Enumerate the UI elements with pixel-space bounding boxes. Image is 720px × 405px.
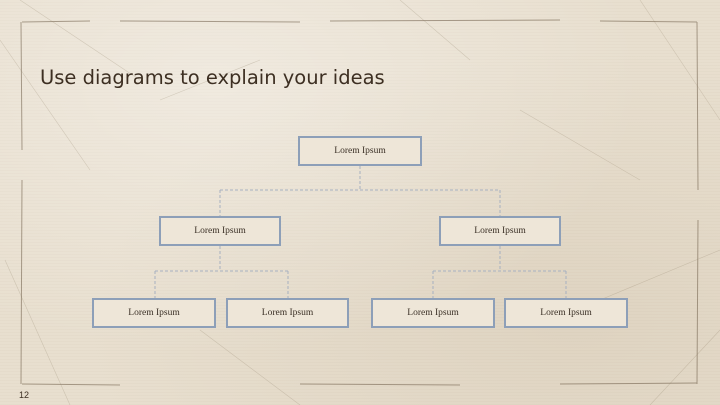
node-right-leaf-1[interactable]: Lorem Ipsum	[371, 298, 495, 328]
connector-lines	[154, 166, 567, 298]
node-left-leaf-2[interactable]: Lorem Ipsum	[226, 298, 349, 328]
node-right-leaf-2[interactable]: Lorem Ipsum	[504, 298, 628, 328]
node-left-branch[interactable]: Lorem Ipsum	[159, 216, 281, 246]
node-root[interactable]: Lorem Ipsum	[298, 136, 422, 166]
slide: Use diagrams to explain your ideas Lorem…	[0, 0, 720, 405]
org-chart-diagram: Lorem Ipsum Lorem Ipsum Lorem Ipsum Lore…	[0, 0, 720, 405]
page-number: 12	[19, 390, 30, 400]
node-left-leaf-1[interactable]: Lorem Ipsum	[92, 298, 216, 328]
node-right-branch[interactable]: Lorem Ipsum	[439, 216, 561, 246]
